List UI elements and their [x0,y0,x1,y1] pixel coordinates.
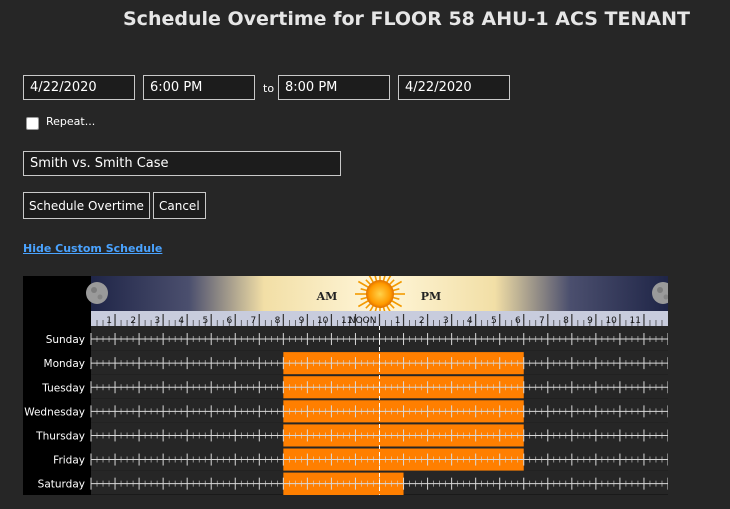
day-rows[interactable]: Sunday Monday Tuesday Wednesday Thursday Frid… [24,326,668,495]
description-field[interactable] [23,151,341,176]
day-label: Saturday [38,479,85,491]
hour-label: 2 [130,316,136,326]
start-date-field[interactable] [23,75,135,100]
hour-label: 3 [154,316,160,326]
repeat-checkbox[interactable] [26,117,39,130]
hour-label: 4 [467,316,473,326]
repeat-label: Repeat... [46,115,96,128]
hour-label: 4 [178,316,184,326]
weekly-schedule[interactable]: AM PM 1 2 3 4 5 6 7 8 9 10 11NOON 1 2 3 4 5 6 7 8 9 10 11 Sun… [23,276,668,495]
day-label: Wednesday [24,406,85,418]
hour-label: 9 [587,316,593,326]
hour-label: 7 [539,316,545,326]
end-date-field[interactable] [398,75,510,100]
hour-label: 7 [251,316,257,326]
hide-custom-schedule-link[interactable]: Hide Custom Schedule [23,242,162,255]
hour-label: 9 [299,316,305,326]
hour-label: 10 [317,316,329,326]
hour-label: 2 [419,316,425,326]
day-label: Friday [53,455,85,467]
hour-label: 5 [202,316,208,326]
day-label: Tuesday [41,382,85,394]
to-label: to [263,82,275,95]
hour-label: 6 [227,316,233,326]
page-title: Schedule Overtime for FLOOR 58 AHU-1 ACS… [123,8,690,30]
hour-label: 1 [395,316,401,326]
pm-label: PM [421,290,441,303]
day-label: Monday [44,358,85,370]
hour-label: 6 [515,316,521,326]
cancel-button[interactable]: Cancel [153,192,206,219]
hour-label: 5 [491,316,497,326]
hour-label: NOON [349,316,377,326]
end-time-field[interactable] [278,75,390,100]
am-label: AM [316,290,338,303]
hour-label: 8 [563,316,569,326]
hour-label: 8 [275,316,281,326]
start-time-field[interactable] [143,75,255,100]
hour-label: 3 [443,316,449,326]
sun-disc [366,280,394,308]
hour-label: 10 [605,316,617,326]
day-label: Thursday [35,430,85,442]
schedule-overtime-button[interactable]: Schedule Overtime [23,192,150,219]
day-label: Sunday [46,334,85,346]
hour-label: 11 [630,316,641,326]
hour-label: 1 [106,316,112,326]
moon-icon [86,282,108,304]
